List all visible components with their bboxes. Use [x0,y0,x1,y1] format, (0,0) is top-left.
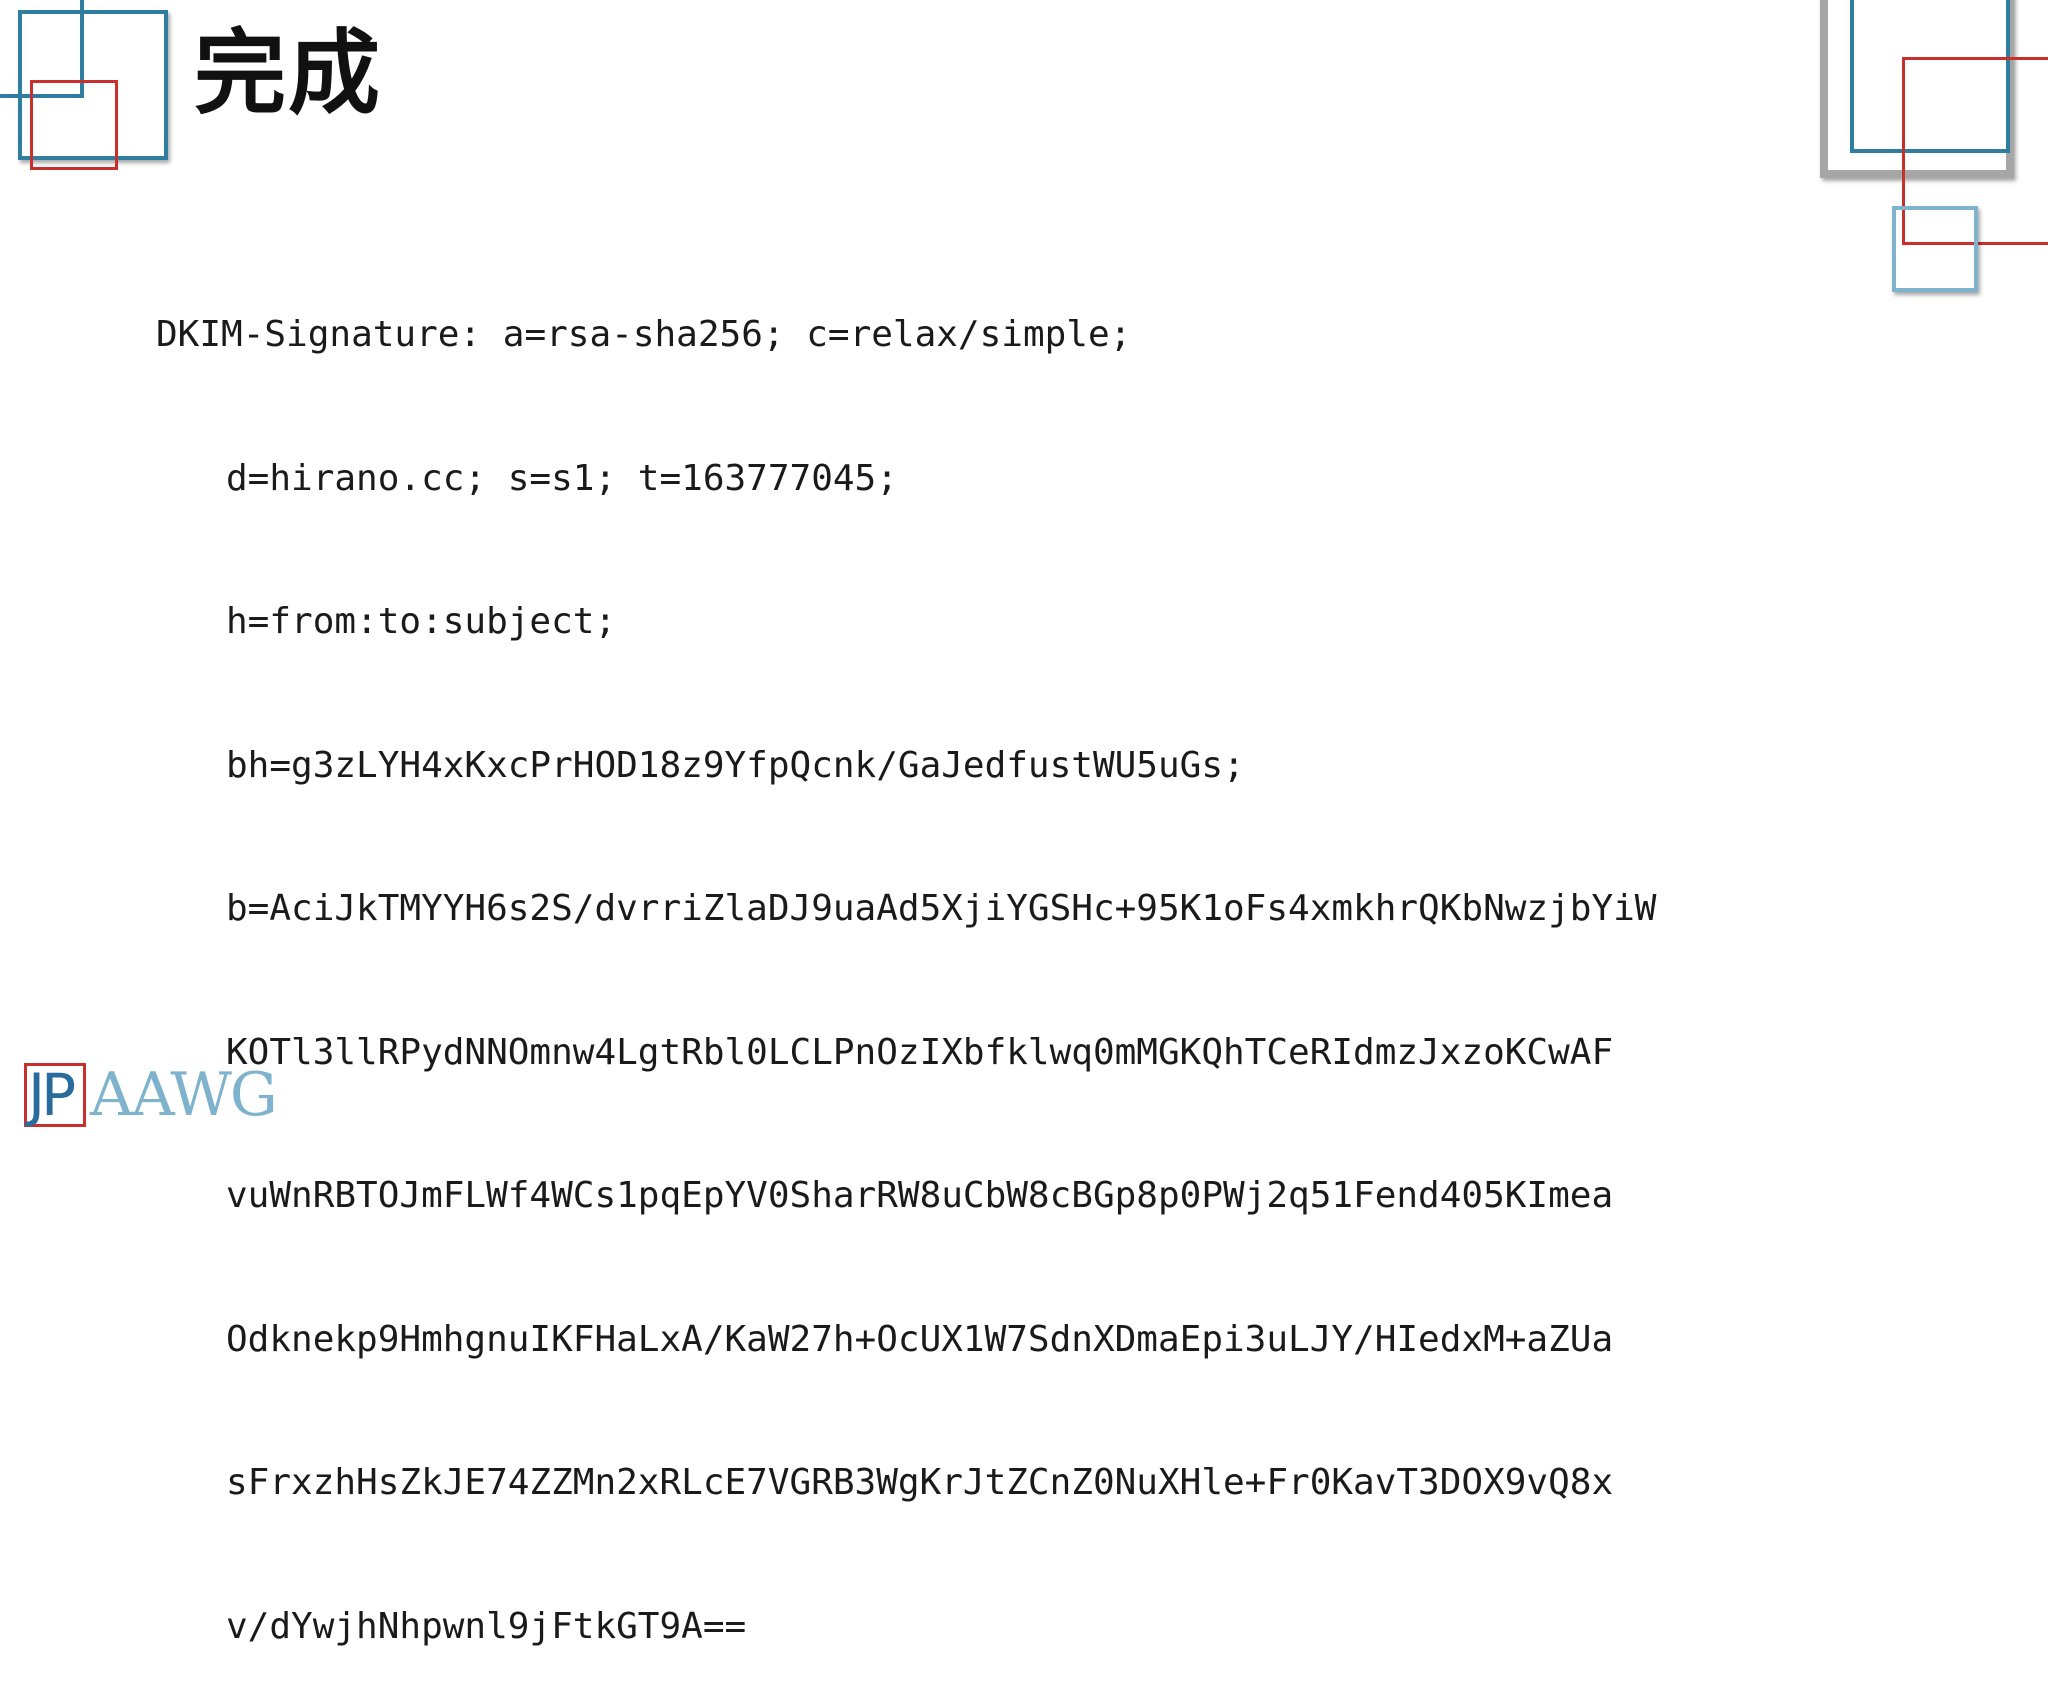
code-line: sFrxzhHsZkJE74ZZMn2xRLcE7VGRB3WgKrJtZCnZ… [226,1462,1614,1503]
logo-jp-text: JP [28,1061,76,1129]
code-line: h=from:to:subject; [226,601,617,642]
logo-aawg-text: AAWG [90,1060,278,1130]
jpaawg-logo: JP AAWG [22,1060,332,1130]
code-line: b=AciJkTMYYH6s2S/dvrriZlaDJ9uaAd5XjiYGSH… [226,888,1657,929]
code-line: KOTl3llRPydNNOmnw4LgtRbl0LCLPnOzIXbfklwq… [226,1031,1614,1073]
code-line: DKIM-Signature: a=rsa-sha256; c=relax/si… [156,314,1132,355]
code-line: v/dYwjhNhpwnl9jFtkGT9A== [226,1605,747,1647]
code-line: Odknekp9HmhgnuIKFHaLxA/KaW27h+OcUX1W7Sdn… [226,1318,1614,1360]
code-line: bh=g3zLYH4xKxcPrHOD18z9YfpQcnk/GaJedfust… [226,744,1245,786]
slide-title: 完成 [194,20,383,127]
dkim-signature-code-block: DKIM-Signature: a=rsa-sha256; c=relax/si… [156,222,1656,1698]
decor-square-lightblue-tr [1892,206,1978,292]
code-line: vuWnRBTOJmFLWf4WCs1pqEpYV0SharRW8uCbW8cB… [226,1175,1614,1216]
decor-square-red-tl [30,80,118,170]
code-line: d=hirano.cc; s=s1; t=163777045; [226,457,898,499]
